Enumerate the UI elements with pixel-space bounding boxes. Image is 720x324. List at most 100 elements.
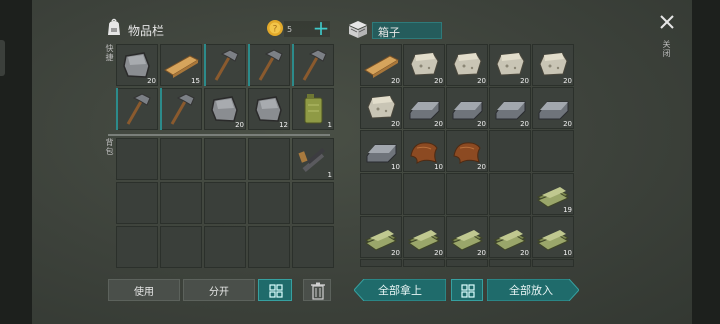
chest-slot[interactable] xyxy=(489,259,531,267)
item-count: 20 xyxy=(391,120,400,128)
chest-slot[interactable] xyxy=(532,130,574,172)
backpack-slot[interactable] xyxy=(292,182,334,224)
chest-slot[interactable]: 20 xyxy=(403,216,445,258)
backpack-slot[interactable] xyxy=(248,182,290,224)
hotbar-slot[interactable] xyxy=(204,44,246,86)
chest-slot[interactable]: 10 xyxy=(360,130,402,172)
chest-slot[interactable] xyxy=(446,259,488,267)
hotbar-slot[interactable] xyxy=(116,88,158,130)
backpack-slot[interactable]: 1 xyxy=(292,138,334,180)
hotbar-slot[interactable]: 20 xyxy=(116,44,158,86)
item-count: 20 xyxy=(235,121,244,129)
svg-text:?: ? xyxy=(273,25,278,35)
add-coins-button[interactable]: + xyxy=(312,18,330,38)
chest-slot[interactable]: 20 xyxy=(403,87,445,129)
chest-slot[interactable]: 20 xyxy=(446,130,488,172)
backpack-slot[interactable] xyxy=(160,138,202,180)
backpack-slot[interactable] xyxy=(204,182,246,224)
item-count: 1 xyxy=(327,121,332,129)
hotbar-slot[interactable]: 20 xyxy=(204,88,246,130)
backpack-slot[interactable] xyxy=(160,182,202,224)
chest-slot[interactable] xyxy=(360,259,402,267)
coin-icon: ? xyxy=(266,19,284,37)
item-count: 20 xyxy=(434,249,443,257)
chest-slot[interactable]: 20 xyxy=(360,216,402,258)
hotbar-slot[interactable] xyxy=(160,88,202,130)
chest-slot[interactable]: 10 xyxy=(532,216,574,258)
backpack-slot[interactable] xyxy=(204,138,246,180)
item-count: 20 xyxy=(391,249,400,257)
chest-slot[interactable]: 19 xyxy=(532,173,574,215)
item-count: 20 xyxy=(563,77,572,85)
backpack-slot[interactable] xyxy=(248,138,290,180)
chest-slot[interactable] xyxy=(489,130,531,172)
chest-slot[interactable] xyxy=(360,173,402,215)
use-button[interactable]: 使用 xyxy=(108,279,180,301)
chest-slot[interactable] xyxy=(403,259,445,267)
put-all-label: 全部放入 xyxy=(509,284,553,297)
trash-button[interactable] xyxy=(303,279,331,301)
item-count: 20 xyxy=(434,77,443,85)
chest-slot[interactable]: 20 xyxy=(360,87,402,129)
stone-hatchet-icon xyxy=(302,49,327,81)
item-count: 20 xyxy=(147,77,156,85)
chest-title: 箱子 xyxy=(378,26,400,39)
take-all-label: 全部拿上 xyxy=(378,284,422,297)
hotbar-slot[interactable]: 1 xyxy=(292,88,334,130)
item-count: 10 xyxy=(563,249,572,257)
chest-slot[interactable]: 20 xyxy=(360,44,402,86)
chest-slot[interactable] xyxy=(403,173,445,215)
chest-slot[interactable]: 20 xyxy=(446,44,488,86)
put-all-button[interactable]: 全部放入 xyxy=(486,278,580,302)
inventory-divider xyxy=(108,134,330,136)
hotbar-label: 快捷 xyxy=(105,44,114,62)
item-count: 20 xyxy=(477,77,486,85)
chest-slot[interactable]: 20 xyxy=(489,87,531,129)
hotbar-slot[interactable]: 15 xyxy=(160,44,202,86)
backpack-slot[interactable] xyxy=(204,226,246,268)
chest-slot[interactable]: 10 xyxy=(403,130,445,172)
trash-icon xyxy=(311,282,325,300)
item-count: 19 xyxy=(563,206,572,214)
take-all-button[interactable]: 全部拿上 xyxy=(353,278,447,302)
chest-slot[interactable]: 20 xyxy=(532,44,574,86)
chest-slot[interactable]: 20 xyxy=(532,87,574,129)
item-count: 20 xyxy=(477,249,486,257)
item-count: 12 xyxy=(279,121,288,129)
chest-slot[interactable] xyxy=(489,173,531,215)
close-icon xyxy=(660,15,674,29)
chest-slot[interactable]: 20 xyxy=(446,87,488,129)
backpack-slot[interactable] xyxy=(160,226,202,268)
stone-hatchet-icon xyxy=(214,49,239,81)
stone-hatchet-icon xyxy=(258,49,283,81)
chest-slot[interactable]: 20 xyxy=(489,216,531,258)
chest-slot[interactable]: 20 xyxy=(403,44,445,86)
split-button[interactable]: 分开 xyxy=(183,279,255,301)
backpack-slot[interactable] xyxy=(116,182,158,224)
stone-hatchet-icon xyxy=(170,93,195,125)
right-bezel xyxy=(692,0,720,324)
stone-hatchet-icon xyxy=(126,93,151,125)
item-count: 20 xyxy=(477,120,486,128)
backpack-slot[interactable] xyxy=(116,138,158,180)
hotbar-slot[interactable] xyxy=(248,44,290,86)
close-button[interactable] xyxy=(657,12,677,32)
item-count: 15 xyxy=(191,77,200,85)
close-label: 关闭 xyxy=(662,40,671,58)
grid-icon xyxy=(269,284,283,298)
backpack-slot[interactable] xyxy=(248,226,290,268)
chest-slot[interactable]: 20 xyxy=(489,44,531,86)
hotbar-slot[interactable] xyxy=(292,44,334,86)
chest-slot[interactable] xyxy=(446,173,488,215)
sort-chest-button[interactable] xyxy=(451,279,483,301)
item-count: 20 xyxy=(391,77,400,85)
hotbar-slot[interactable]: 12 xyxy=(248,88,290,130)
inventory-title: 物品栏 xyxy=(128,24,165,38)
sort-inventory-button[interactable] xyxy=(258,279,292,301)
chest-slot[interactable] xyxy=(532,259,574,267)
backpack-slot[interactable] xyxy=(116,226,158,268)
chest-slot[interactable]: 20 xyxy=(446,216,488,258)
item-count: 20 xyxy=(477,163,486,171)
bezel-handle xyxy=(0,40,5,76)
backpack-slot[interactable] xyxy=(292,226,334,268)
